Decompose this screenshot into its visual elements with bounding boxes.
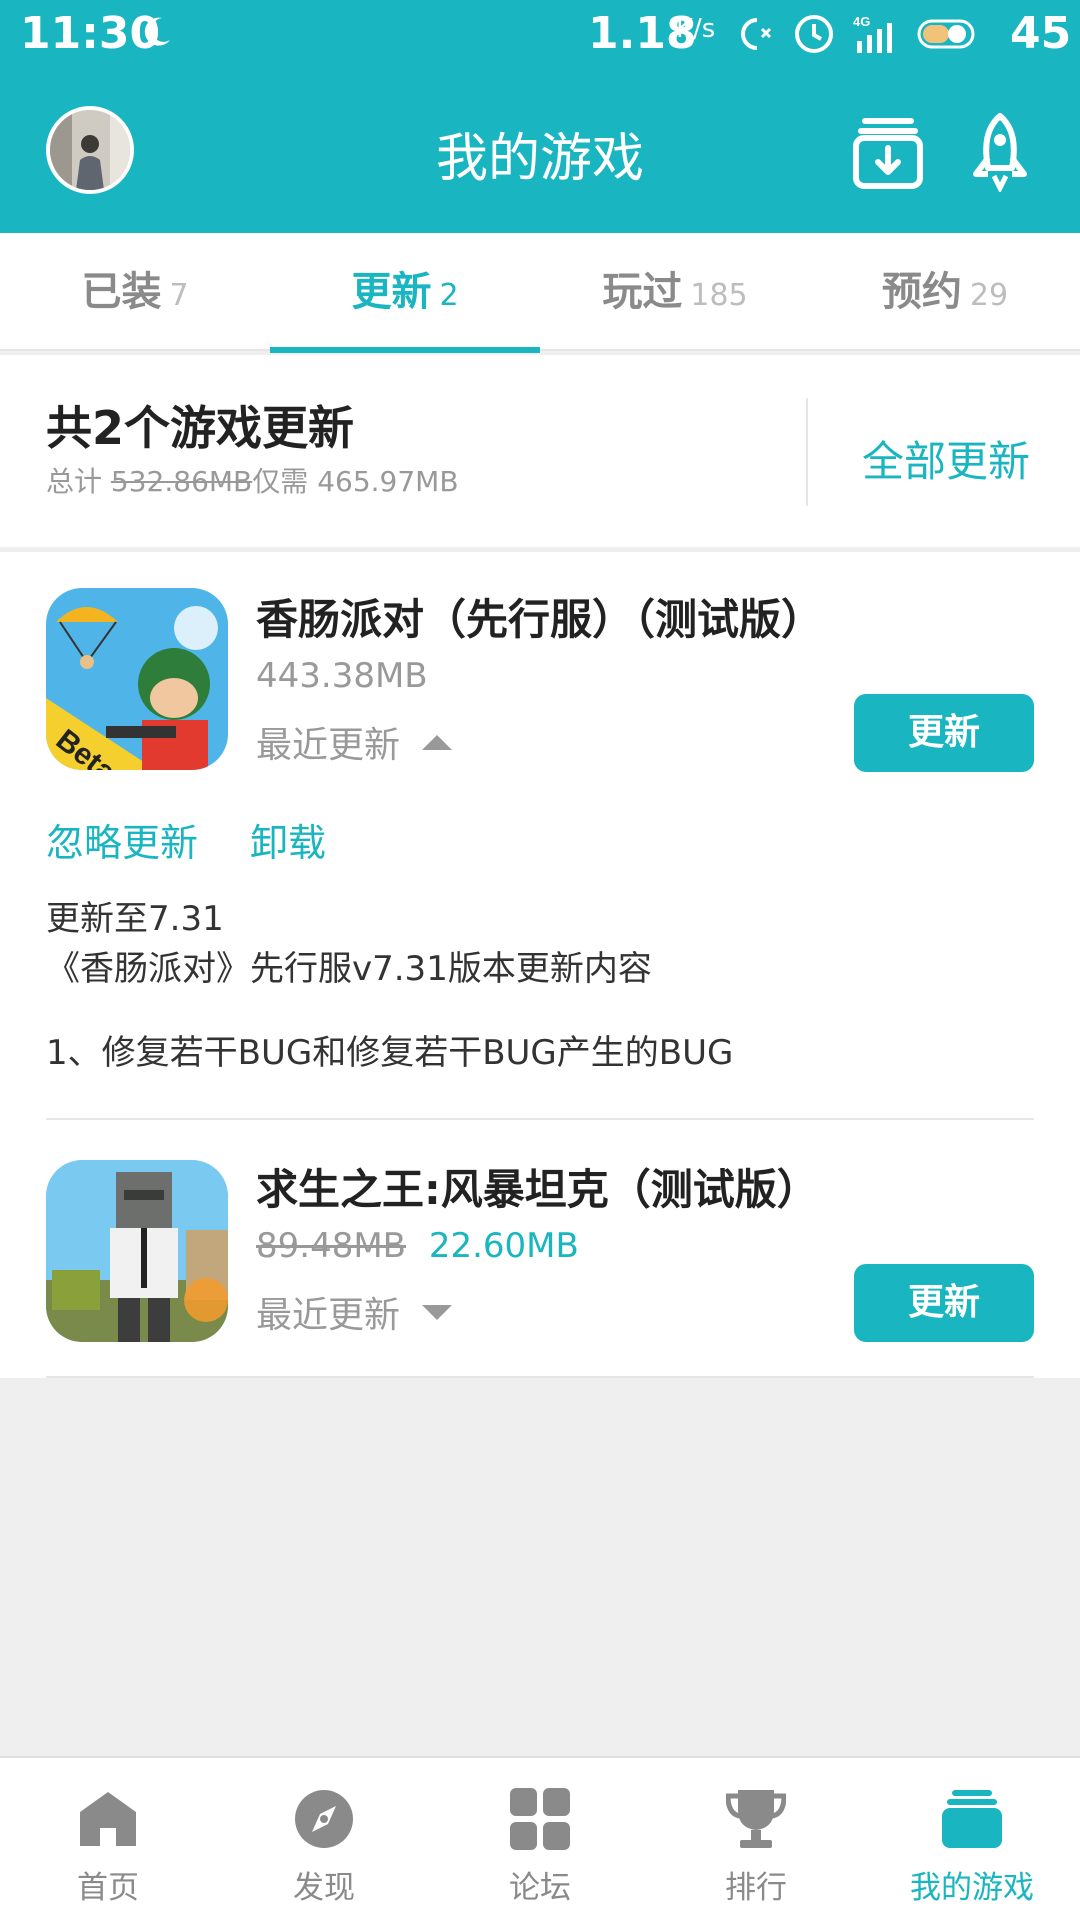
summary-title: 共2个游戏更新 (46, 401, 355, 455)
game-name: 求生之王:风暴坦克（测试版） (256, 1165, 819, 1214)
grid-icon (510, 1788, 570, 1850)
rocket-icon[interactable] (964, 112, 1036, 192)
nav-my-games[interactable]: 我的游戏 (864, 1758, 1080, 1920)
game-icon-sausage-party[interactable]: Beta (46, 588, 228, 770)
tab-label: 预约 (881, 269, 962, 315)
tab-label: 玩过 (602, 269, 683, 315)
game-original-size: 89.48MB (256, 1226, 406, 1266)
update-all-button[interactable]: 全部更新 (862, 428, 1030, 489)
active-tab-indicator (270, 347, 540, 353)
game-size-line: 89.48MB 22.60MB (256, 1226, 579, 1266)
tab-played[interactable]: 玩过 185 (540, 233, 810, 351)
nav-label: 排行 (725, 1870, 787, 1906)
tab-updates[interactable]: 更新 2 (270, 233, 540, 351)
tab-count: 185 (690, 278, 748, 313)
tab-bar: 已装 7 更新 2 玩过 185 预约 29 (0, 233, 1080, 351)
recent-update-toggle[interactable]: 最近更新 (256, 716, 453, 768)
notes-version: 更新至7.31 (46, 899, 224, 939)
recent-update-toggle[interactable]: 最近更新 (256, 1286, 453, 1338)
nav-label: 论坛 (509, 1870, 571, 1906)
total-prefix: 总计 (46, 465, 103, 498)
tab-count: 7 (169, 278, 189, 313)
trophy-icon (726, 1790, 786, 1848)
uninstall-link[interactable]: 卸载 (250, 812, 326, 867)
update-notes: 更新至7.31 《香肠派对》先行服v7.31版本更新内容 1、修复若干BUG和修… (46, 894, 733, 1078)
notes-title: 《香肠派对》先行服v7.31版本更新内容 (46, 949, 652, 989)
net-speed-unit: K/s (676, 14, 716, 44)
moon-icon (144, 17, 170, 46)
nav-ranking[interactable]: 排行 (648, 1758, 864, 1920)
ignore-update-link[interactable]: 忽略更新 (46, 812, 198, 867)
stack-icon (942, 1790, 1002, 1848)
update-button[interactable]: 更新 (854, 1264, 1034, 1342)
tab-installed[interactable]: 已装 7 (0, 233, 270, 351)
alarm-icon (795, 15, 833, 53)
tab-label: 更新 (351, 269, 432, 315)
game-size: 443.38MB (256, 656, 428, 696)
nav-label: 首页 (77, 1870, 139, 1906)
list-divider (46, 1376, 1034, 1378)
compass-icon (295, 1790, 353, 1848)
caret-down-icon (422, 1304, 453, 1320)
download-box-icon[interactable] (852, 112, 924, 192)
only-need-prefix: 仅需 (252, 465, 309, 498)
total-original-size: 532.86MB (110, 465, 253, 498)
game-icon-survival-king[interactable] (46, 1160, 228, 1342)
bottom-navigation: 首页 发现 论坛 排行 我的游戏 (0, 1756, 1080, 1920)
nav-discover[interactable]: 发现 (216, 1758, 432, 1920)
battery-icon (917, 19, 975, 49)
list-divider (46, 1118, 1034, 1120)
battery-level: 45 (1010, 8, 1072, 59)
signal-4g-icon: 4G (853, 14, 892, 53)
nav-forum[interactable]: 论坛 (432, 1758, 648, 1920)
status-icons: 4G (735, 12, 977, 56)
game-name: 香肠派对（先行服）（测试版） (256, 595, 824, 644)
nav-label: 发现 (293, 1870, 355, 1906)
mute-icon (741, 18, 772, 50)
game-diff-size: 22.60MB (428, 1226, 579, 1266)
only-need-size: 465.97MB (317, 465, 459, 498)
summary-size: 总计 532.86MB仅需 465.97MB (46, 460, 459, 500)
update-button[interactable]: 更新 (854, 694, 1034, 772)
tab-count: 2 (439, 278, 459, 313)
tab-label: 已装 (81, 269, 162, 315)
svg-text:4G: 4G (853, 14, 870, 29)
game-art-icon: Beta (46, 588, 228, 770)
caret-up-icon (422, 734, 453, 750)
home-icon (80, 1792, 136, 1846)
game-art-icon (46, 1160, 228, 1342)
nav-home[interactable]: 首页 (0, 1758, 216, 1920)
summary-divider (806, 398, 808, 506)
nav-label: 我的游戏 (910, 1870, 1034, 1906)
recent-update-label: 最近更新 (256, 1295, 401, 1336)
recent-update-label: 最近更新 (256, 725, 401, 766)
tab-reserved[interactable]: 预约 29 (810, 233, 1080, 351)
notes-item: 1、修复若干BUG和修复若干BUG产生的BUG (46, 1033, 734, 1073)
tab-count: 29 (969, 278, 1009, 313)
